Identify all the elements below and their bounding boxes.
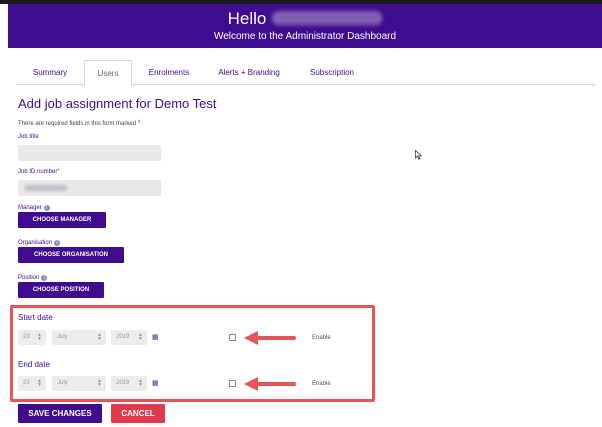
start-year-select[interactable]: 2019 ▲ ▼ — [111, 330, 147, 345]
start-month-value: July — [57, 334, 68, 340]
required-star: * — [57, 169, 60, 175]
tab-summary[interactable]: Summary — [16, 60, 84, 85]
start-year-value: 2019 — [116, 334, 130, 340]
calendar-icon[interactable]: ▦ — [152, 334, 160, 342]
tab-enrolments[interactable]: Enrolments — [132, 60, 206, 85]
end-year-select[interactable]: 2019 ▲ ▼ — [111, 376, 147, 391]
required-fields-note: There are required fields in this form m… — [18, 120, 140, 127]
start-date-enable-label: Enable — [312, 335, 331, 341]
choose-manager-button[interactable]: CHOOSE MANAGER — [18, 212, 106, 228]
required-star: * — [137, 120, 141, 127]
organisation-label: Organisation i — [18, 240, 61, 246]
choose-position-button[interactable]: CHOOSE POSITION — [18, 282, 104, 298]
position-label-text: Position — [18, 275, 40, 281]
end-date-enable-checkbox[interactable] — [229, 380, 236, 387]
calendar-icon[interactable]: ▦ — [152, 380, 160, 388]
chevron-updown-icon: ▲ ▼ — [138, 332, 143, 342]
tab-users[interactable]: Users — [84, 60, 132, 86]
tab-alerts-branding[interactable]: Alerts + Branding — [206, 60, 292, 85]
info-icon[interactable]: i — [43, 205, 50, 211]
job-id-label: Job ID number* — [18, 169, 60, 175]
dashboard-header: Hello Welcome to the Administrator Dashb… — [8, 4, 602, 48]
chevron-updown-icon: ▲ ▼ — [37, 332, 42, 342]
end-year-value: 2019 — [116, 380, 130, 386]
required-note-text: There are required fields in this form m… — [18, 121, 137, 127]
annotation-arrow — [244, 331, 296, 345]
job-id-input[interactable] — [18, 180, 161, 196]
redacted-user-name — [272, 11, 383, 25]
welcome-text: Welcome to the Administrator Dashboard — [213, 31, 397, 42]
chevron-updown-icon: ▲ ▼ — [138, 378, 143, 388]
end-day-select[interactable]: 23 ▲ ▼ — [18, 376, 46, 391]
start-day-select[interactable]: 23 ▲ ▼ — [18, 330, 46, 345]
choose-organisation-button[interactable]: CHOOSE ORGANISATION — [18, 247, 124, 263]
end-month-select[interactable]: July ▲ ▼ — [52, 376, 106, 391]
manager-label-text: Manager — [18, 205, 42, 211]
start-month-select[interactable]: July ▲ ▼ — [52, 330, 106, 345]
job-title-label: Job title — [18, 134, 39, 140]
chevron-updown-icon: ▲ ▼ — [97, 378, 102, 388]
greeting: Hello — [8, 9, 602, 29]
start-day-value: 23 — [23, 334, 30, 340]
arrow-shaft — [256, 336, 296, 340]
arrow-shaft — [256, 382, 296, 386]
manager-label: Manager i — [18, 205, 50, 211]
job-id-label-text: Job ID number — [18, 169, 58, 175]
start-date-label: Start date — [18, 313, 53, 322]
info-icon[interactable]: i — [54, 240, 61, 246]
save-changes-button[interactable]: SAVE CHANGES — [18, 404, 102, 423]
chevron-updown-icon: ▲ ▼ — [37, 378, 42, 388]
greeting-text: Hello — [227, 9, 267, 28]
job-title-input[interactable] — [18, 145, 161, 161]
info-icon[interactable]: i — [41, 275, 48, 281]
cancel-button[interactable]: CANCEL — [111, 404, 165, 423]
arrow-head — [244, 377, 258, 391]
mouse-cursor-icon — [415, 150, 423, 160]
chevron-updown-icon: ▲ ▼ — [97, 332, 102, 342]
tab-bar: Summary Users Enrolments Alerts + Brandi… — [16, 60, 596, 86]
position-label: Position i — [18, 275, 48, 281]
organisation-label-text: Organisation — [18, 240, 53, 246]
annotation-arrow — [244, 377, 296, 391]
page-title: Add job assignment for Demo Test — [18, 96, 217, 111]
end-month-value: July — [57, 380, 68, 386]
redacted-job-id — [25, 185, 67, 191]
end-date-enable-label: Enable — [312, 381, 331, 387]
end-day-value: 23 — [23, 380, 30, 386]
start-date-enable-checkbox[interactable] — [229, 334, 236, 341]
arrow-head — [244, 331, 258, 345]
tab-subscription[interactable]: Subscription — [292, 60, 372, 85]
end-date-label: End date — [18, 360, 51, 369]
